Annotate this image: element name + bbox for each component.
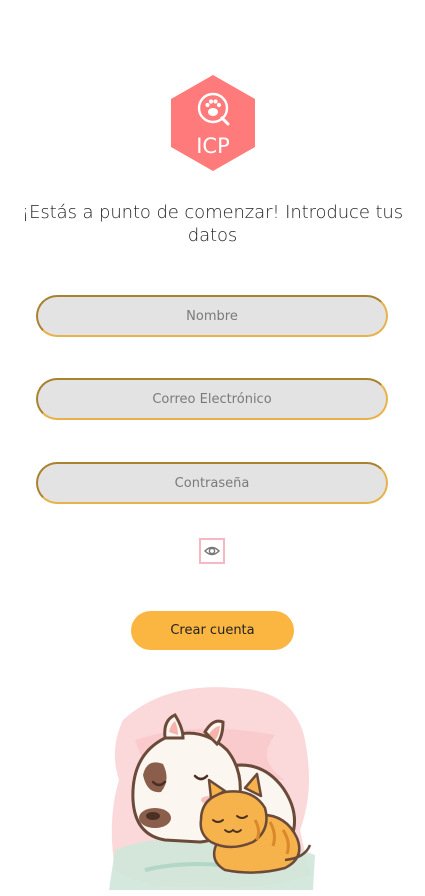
create-account-button[interactable]: Crear cuenta [131,611,294,650]
name-field[interactable] [36,295,388,337]
password-field[interactable] [36,462,388,504]
eye-icon [204,546,220,556]
page-heading: ¡Estás a punto de comenzar! Introduce tu… [22,202,403,246]
name-input[interactable] [38,297,386,335]
password-input[interactable] [38,464,386,502]
show-password-toggle[interactable] [199,538,225,564]
app-logo: ICP [169,73,257,173]
email-input[interactable] [38,380,386,418]
logo-text: ICP [196,134,230,158]
email-field[interactable] [36,378,388,420]
dog-and-cat-illustration [105,680,317,892]
